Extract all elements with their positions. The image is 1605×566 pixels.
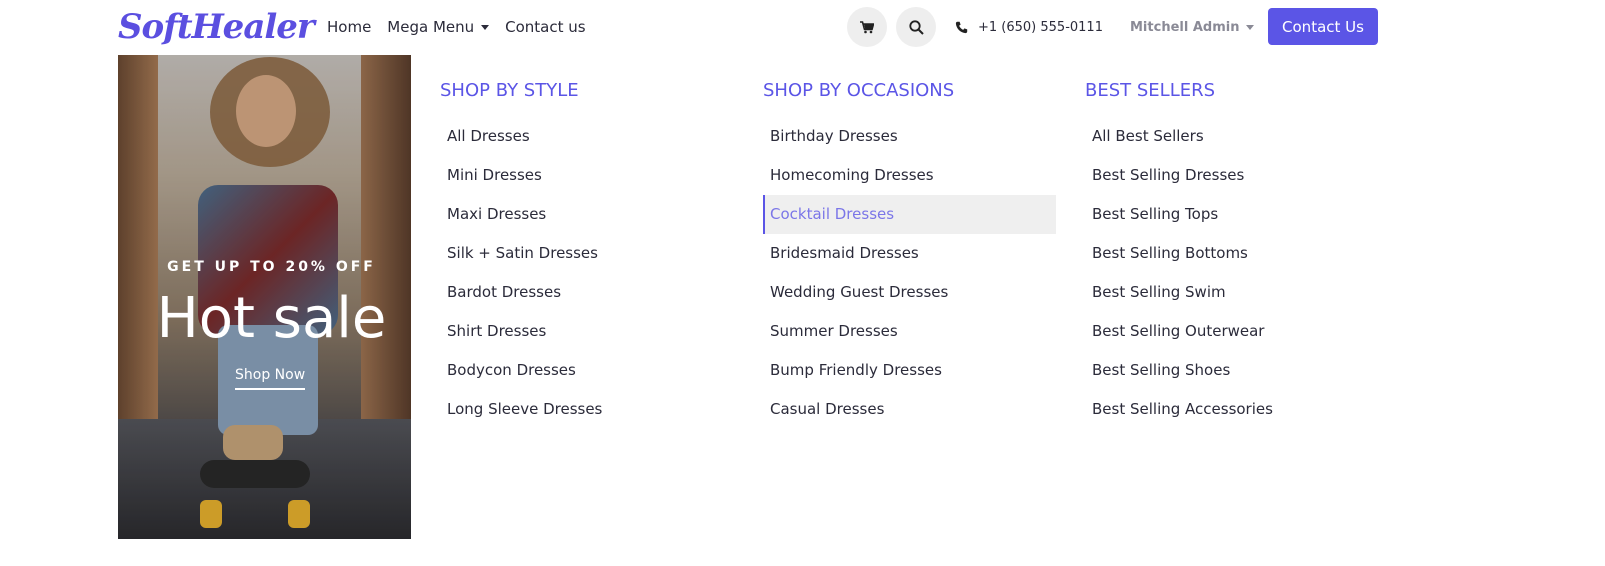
nav-mega-menu-label: Mega Menu xyxy=(387,18,475,36)
phone-icon xyxy=(955,21,968,33)
column-title: SHOP BY OCCASIONS xyxy=(763,80,955,101)
header: SoftHealer Home Mega Menu Contact us +1 … xyxy=(0,0,1605,54)
nav-mega-menu[interactable]: Mega Menu xyxy=(387,18,490,36)
menu-item[interactable]: Birthday Dresses xyxy=(763,117,1056,156)
main-nav: Home Mega Menu Contact us xyxy=(327,0,586,54)
menu-item[interactable]: Best Selling Bottoms xyxy=(1085,234,1378,273)
contact-us-button[interactable]: Contact Us xyxy=(1268,8,1378,45)
nav-contact-us[interactable]: Contact us xyxy=(505,18,585,36)
search-icon xyxy=(908,19,924,35)
nav-home[interactable]: Home xyxy=(327,18,371,36)
menu-item[interactable]: Bodycon Dresses xyxy=(440,351,733,390)
promo-banner: GET UP TO 20% OFF Hot sale Shop Now xyxy=(118,55,411,539)
promo-subtitle: GET UP TO 20% OFF xyxy=(167,259,376,275)
menu-item-active[interactable]: Cocktail Dresses xyxy=(763,195,1056,234)
menu-item[interactable]: Best Selling Tops xyxy=(1085,195,1378,234)
menu-column-style: SHOP BY STYLE All Dresses Mini Dresses M… xyxy=(440,78,733,429)
menu-item[interactable]: Best Selling Shoes xyxy=(1085,351,1378,390)
menu-item[interactable]: Shirt Dresses xyxy=(440,312,733,351)
menu-item[interactable]: Best Selling Dresses xyxy=(1085,156,1378,195)
menu-item[interactable]: Casual Dresses xyxy=(763,390,1056,429)
menu-column-best-sellers: BEST SELLERS All Best Sellers Best Selli… xyxy=(1085,78,1378,429)
menu-column-occasions: SHOP BY OCCASIONS Birthday Dresses Homec… xyxy=(763,78,1056,429)
menu-item[interactable]: All Best Sellers xyxy=(1085,117,1378,156)
phone-contact[interactable]: +1 (650) 555-0111 xyxy=(955,0,1103,54)
cart-button[interactable] xyxy=(847,7,887,47)
menu-item[interactable]: Bridesmaid Dresses xyxy=(763,234,1056,273)
promo-title: Hot sale xyxy=(156,286,387,351)
menu-item[interactable]: Bardot Dresses xyxy=(440,273,733,312)
menu-item[interactable]: Long Sleeve Dresses xyxy=(440,390,733,429)
menu-item[interactable]: Silk + Satin Dresses xyxy=(440,234,733,273)
menu-item[interactable]: Mini Dresses xyxy=(440,156,733,195)
search-button[interactable] xyxy=(896,7,936,47)
column-title: BEST SELLERS xyxy=(1085,80,1216,101)
menu-item[interactable]: Summer Dresses xyxy=(763,312,1056,351)
menu-item[interactable]: Maxi Dresses xyxy=(440,195,733,234)
menu-item[interactable]: Best Selling Accessories xyxy=(1085,390,1378,429)
column-title: SHOP BY STYLE xyxy=(440,80,579,101)
shop-now-link[interactable]: Shop Now xyxy=(235,367,306,390)
chevron-down-icon xyxy=(1246,24,1255,30)
menu-item[interactable]: Bump Friendly Dresses xyxy=(763,351,1056,390)
menu-item[interactable]: Best Selling Swim xyxy=(1085,273,1378,312)
menu-item[interactable]: Best Selling Outerwear xyxy=(1085,312,1378,351)
logo[interactable]: SoftHealer xyxy=(118,4,315,50)
menu-item[interactable]: All Dresses xyxy=(440,117,733,156)
menu-item[interactable]: Homecoming Dresses xyxy=(763,156,1056,195)
chevron-down-icon xyxy=(481,24,490,30)
user-name: Mitchell Admin xyxy=(1130,19,1240,35)
phone-number: +1 (650) 555-0111 xyxy=(978,19,1103,35)
menu-item[interactable]: Wedding Guest Dresses xyxy=(763,273,1056,312)
cart-icon xyxy=(860,20,874,33)
user-menu[interactable]: Mitchell Admin xyxy=(1130,0,1255,54)
